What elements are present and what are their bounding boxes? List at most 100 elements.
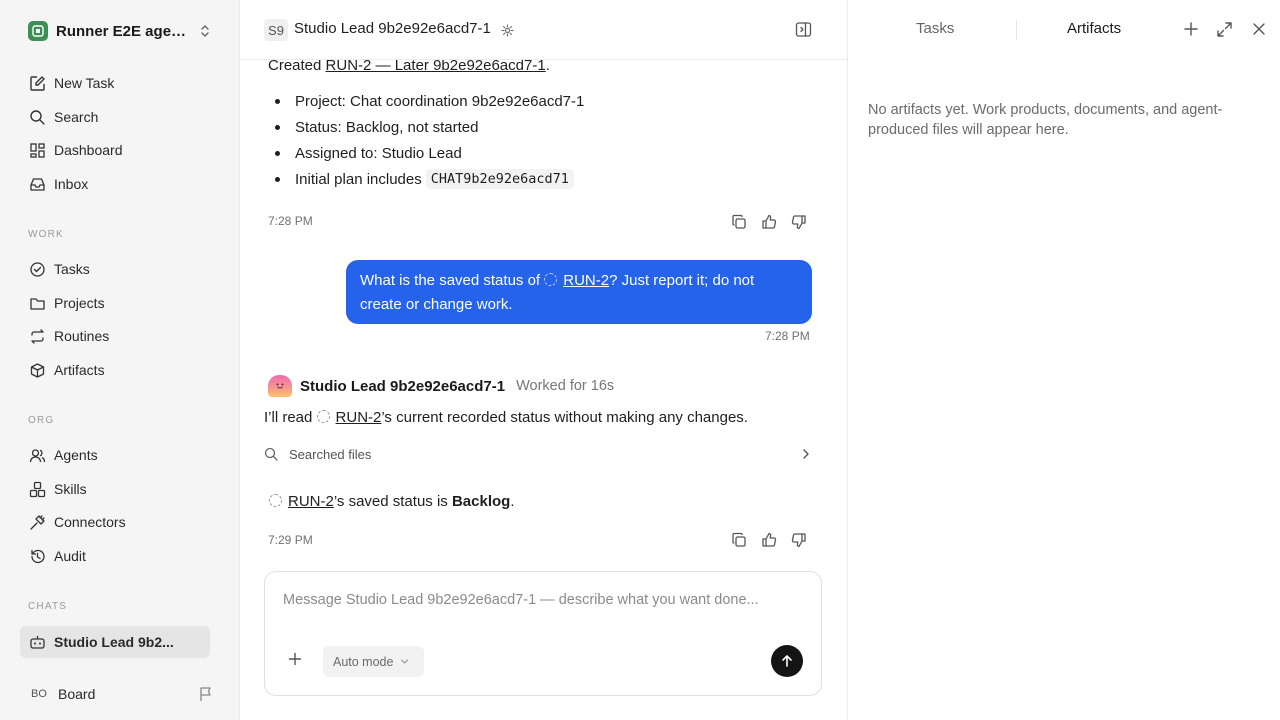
panel-toggle-icon[interactable] <box>795 21 812 38</box>
edit-icon <box>28 74 46 92</box>
nav-label: Audit <box>54 548 86 564</box>
tab-tasks[interactable]: Tasks <box>916 20 954 37</box>
task-link[interactable]: RUN-2 <box>563 272 609 289</box>
nav-inbox[interactable]: Inbox <box>20 169 210 199</box>
chat-panel: Created RUN-2 — Later 9b2e92e6acd7-1. Pr… <box>240 0 847 720</box>
message-timestamp: 7:29 PM <box>268 533 313 547</box>
sidebar: Runner E2E agen... New Task Search Dashb… <box>0 0 240 720</box>
step-label: Searched files <box>289 446 372 462</box>
chat-item-studio-lead[interactable]: Studio Lead 9b2... <box>20 626 210 658</box>
list-item: Assigned to: Studio Lead <box>268 140 808 166</box>
copy-icon[interactable] <box>724 211 754 233</box>
copy-icon[interactable] <box>724 529 754 551</box>
message-composer: Auto mode <box>264 571 822 696</box>
search-icon <box>28 108 46 126</box>
search-icon <box>264 447 279 462</box>
nav-dashboard[interactable]: Dashboard <box>20 135 210 165</box>
worked-duration: Worked for 16s <box>516 378 615 394</box>
artifacts-panel: Tasks Artifacts No artifacts yet. Work p… <box>847 0 1280 720</box>
thumbs-up-icon[interactable] <box>754 211 784 233</box>
thumbs-up-icon[interactable] <box>754 529 784 551</box>
add-icon[interactable] <box>1183 21 1199 37</box>
task-details-list: Project: Chat coordination 9b2e92e6acd7-… <box>268 88 808 192</box>
chevron-up-down-icon <box>198 22 212 40</box>
agent-header: Studio Lead 9b2e92e6acd7-1 Worked for 16… <box>268 375 614 397</box>
flag-icon[interactable] <box>198 685 214 703</box>
mode-label: Auto mode <box>333 654 394 669</box>
searched-files-step[interactable]: Searched files <box>264 444 812 464</box>
status-circle-icon <box>316 410 330 423</box>
list-item: Status: Backlog, not started <box>268 114 808 140</box>
nav-label: Search <box>54 109 99 125</box>
users-icon <box>28 446 46 464</box>
user-message-bubble: What is the saved status of RUN-2? Just … <box>346 260 812 324</box>
thumbs-down-icon[interactable] <box>784 529 814 551</box>
plug-icon <box>28 513 46 531</box>
nav-routines[interactable]: Routines <box>20 321 210 351</box>
avatar: BO <box>31 688 47 700</box>
status-value: Backlog <box>451 493 511 510</box>
message-text: ’s current recorded status without makin… <box>381 409 748 426</box>
agent-answer: RUN-2’s saved status is Backlog. <box>269 493 515 510</box>
list-item: Initial plan includes CHAT9b2e92e6acd71 <box>268 166 808 192</box>
board-label: Board <box>58 686 96 702</box>
empty-state-text: No artifacts yet. Work products, documen… <box>868 102 1223 138</box>
gear-icon[interactable] <box>501 24 514 37</box>
message-input[interactable] <box>283 592 803 608</box>
message-text: . <box>510 493 515 510</box>
nav-label: Studio Lead 9b2... <box>54 634 174 650</box>
tab-divider <box>1016 20 1017 40</box>
thumbs-down-icon[interactable] <box>784 211 814 233</box>
boxes-icon <box>28 480 46 498</box>
repeat-icon <box>28 327 46 345</box>
task-link[interactable]: RUN-2 <box>336 409 382 426</box>
workspace-name: Runner E2E agen... <box>56 22 192 40</box>
message-text: ’s saved status is <box>333 493 452 510</box>
status-circle-icon <box>544 273 558 286</box>
list-item-text: Initial plan includes <box>295 170 422 188</box>
nav-projects[interactable]: Projects <box>20 288 210 318</box>
expand-icon[interactable] <box>1216 21 1233 38</box>
nav-label: Agents <box>54 447 98 463</box>
nav-label: Tasks <box>54 261 90 277</box>
nav-artifacts[interactable]: Artifacts <box>20 355 210 385</box>
list-item: Project: Chat coordination 9b2e92e6acd7-… <box>268 88 808 114</box>
chat-title: Studio Lead 9b2e92e6acd7-1 <box>294 20 491 37</box>
message-text: What is the saved status of <box>360 272 545 289</box>
board-user[interactable]: BO Board <box>28 683 214 705</box>
arrow-up-icon <box>782 655 792 667</box>
nav-label: Routines <box>54 328 110 344</box>
inline-code: CHAT9b2e92e6acd71 <box>425 169 574 189</box>
nav-connectors[interactable]: Connectors <box>20 507 210 537</box>
nav-agents[interactable]: Agents <box>20 440 210 470</box>
message-timestamp: 7:28 PM <box>765 329 810 343</box>
task-link[interactable]: RUN-2 <box>288 493 334 510</box>
nav-tasks[interactable]: Tasks <box>20 254 210 284</box>
nav-label: Artifacts <box>54 362 105 378</box>
section-chats-label: CHATS <box>28 601 68 612</box>
nav-audit[interactable]: Audit <box>20 541 210 571</box>
message-actions <box>724 529 814 551</box>
nav-label: Inbox <box>54 176 89 192</box>
close-icon[interactable] <box>1251 21 1267 37</box>
message-actions <box>724 211 814 233</box>
message-text: I’ll read <box>264 409 317 426</box>
history-icon <box>28 547 46 565</box>
chat-header: S9 Studio Lead 9b2e92e6acd7-1 <box>240 0 847 60</box>
send-button[interactable] <box>771 645 803 677</box>
section-org-label: ORG <box>28 415 55 426</box>
mode-select[interactable]: Auto mode <box>323 646 424 677</box>
agent-intro: I’ll read RUN-2’s current recorded statu… <box>264 409 748 426</box>
avatar: S9 <box>264 19 288 41</box>
tab-artifacts[interactable]: Artifacts <box>1067 20 1121 37</box>
add-attachment-icon[interactable] <box>288 652 302 666</box>
workspace-switcher[interactable]: Runner E2E agen... <box>28 20 214 42</box>
section-work-label: WORK <box>28 229 64 240</box>
nav-new-task[interactable]: New Task <box>20 68 210 98</box>
folder-icon <box>28 294 46 312</box>
nav-skills[interactable]: Skills <box>20 474 210 504</box>
nav-label: Dashboard <box>54 142 123 158</box>
chevron-right-icon <box>800 448 812 460</box>
nav-search[interactable]: Search <box>20 102 210 132</box>
agent-name: Studio Lead 9b2e92e6acd7-1 <box>300 377 506 395</box>
